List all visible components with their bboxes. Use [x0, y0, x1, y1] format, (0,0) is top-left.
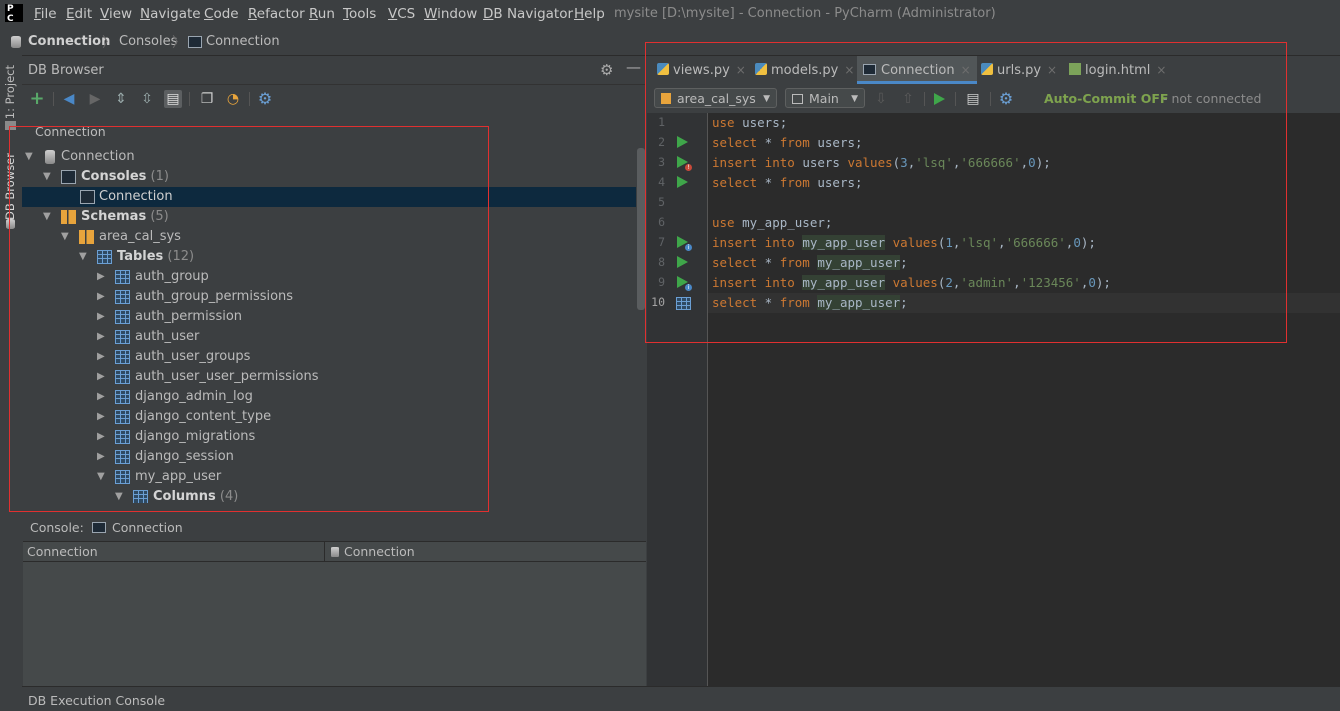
menu-refactor[interactable]: Refactor	[248, 6, 305, 22]
gear-icon[interactable]: ⚙	[600, 61, 613, 79]
menu-bar: PC File Edit View Navigate Code Refactor…	[0, 0, 1340, 28]
console-label: Console:	[30, 520, 84, 535]
console-icon	[188, 36, 202, 48]
db-browser-header: DB Browser ⚙ —	[22, 56, 646, 85]
table-header-connection-2[interactable]: Connection	[325, 542, 646, 562]
panel-title: DB Browser	[28, 63, 104, 78]
breadcrumb-console-connection[interactable]: Connection	[206, 34, 280, 49]
menu-file[interactable]: File	[34, 6, 57, 22]
console-table: Connection Connection	[23, 541, 646, 687]
menu-code[interactable]: Code	[204, 6, 239, 22]
settings-gear-icon[interactable]: ⚙	[256, 90, 274, 108]
toolbar-divider	[53, 92, 54, 106]
forward-icon[interactable]: ▶	[86, 90, 104, 108]
toolbar-divider	[249, 92, 250, 106]
menu-tools[interactable]: Tools	[343, 6, 376, 22]
expand-all-icon[interactable]: ⇕	[112, 90, 130, 108]
pycharm-logo-icon: PC	[5, 4, 23, 24]
annotation-box-editor	[645, 42, 1287, 343]
toolbar-divider	[189, 92, 190, 106]
console-icon	[92, 522, 106, 533]
menu-edit[interactable]: Edit	[66, 6, 92, 22]
menu-navigate[interactable]: Navigate	[140, 6, 201, 22]
db-execution-console-tab[interactable]: DB Execution Console	[28, 693, 165, 708]
window-title: mysite [D:\mysite] - Connection - PyChar…	[614, 6, 996, 21]
filter-icon[interactable]: ▤	[164, 90, 182, 108]
breadcrumb-separator: 〉	[172, 35, 186, 51]
console-value[interactable]: Connection	[112, 520, 183, 535]
menu-view[interactable]: View	[100, 6, 132, 22]
annotation-box-tree	[9, 126, 489, 512]
menu-run[interactable]: Run	[309, 6, 335, 22]
database-icon	[11, 36, 21, 48]
tree-scrollbar[interactable]	[637, 148, 645, 310]
project-tool-tab[interactable]: 1: Project	[3, 65, 17, 119]
column-header-label: Connection	[344, 544, 415, 559]
schema-refresh-icon[interactable]: ◔	[224, 90, 242, 108]
back-icon[interactable]: ◀	[60, 90, 78, 108]
console-selector: Console: Connection	[22, 517, 646, 539]
column-header-label: Connection	[27, 544, 98, 559]
database-icon	[331, 547, 339, 557]
menu-help[interactable]: Help	[574, 6, 605, 22]
table-header-connection[interactable]: Connection	[23, 542, 325, 562]
menu-db-navigator[interactable]: DB Navigator	[483, 6, 573, 22]
menu-vcs[interactable]: VCS	[388, 6, 415, 22]
status-bar: DB Execution Console	[22, 686, 1340, 711]
minimize-icon[interactable]: —	[626, 58, 641, 76]
open-console-icon[interactable]: ❐	[198, 90, 216, 108]
menu-window[interactable]: Window	[424, 6, 477, 22]
db-browser-toolbar: + ◀ ▶ ⇕ ⇳ ▤ ❐ ◔ ⚙	[22, 85, 646, 113]
breadcrumb-separator: 〉	[102, 35, 116, 51]
add-connection-icon[interactable]: +	[28, 90, 46, 108]
breadcrumb-connection[interactable]: Connection	[28, 34, 110, 49]
collapse-all-icon[interactable]: ⇳	[138, 90, 156, 108]
breadcrumb-consoles[interactable]: Consoles	[119, 34, 177, 49]
